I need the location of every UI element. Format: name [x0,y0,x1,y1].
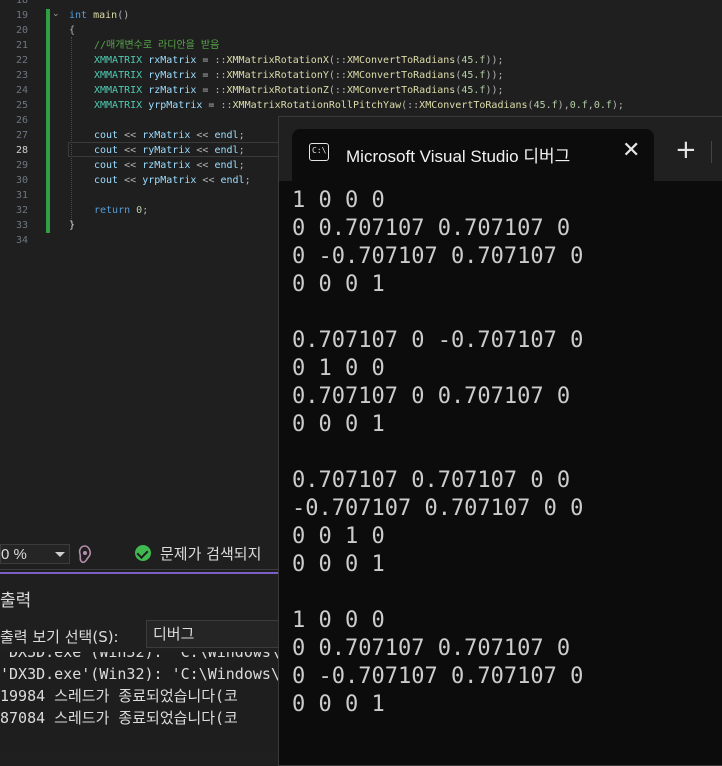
output-source-label: 출력 보기 선택(S): [0,628,119,646]
line-number: 29 [15,160,28,171]
zoom-dropdown[interactable]: 0 % [0,544,70,564]
code-text[interactable]: XMMATRIX rxMatrix = ::XMMatrixRotationX(… [94,53,504,68]
code-line: 24 XMMATRIX rzMatrix = ::XMMatrixRotatio… [0,83,722,98]
line-number: 26 [15,115,28,126]
output-log[interactable]: 'DX3D.exe'(Win32): 'C:\Windows\ 'DX3D.ex… [0,652,300,752]
code-comment[interactable]: //매개변수로 라디안을 받음 [94,38,219,53]
issues-status-text[interactable]: 문제가 검색되지 [160,543,261,565]
line-number: 24 [15,85,28,96]
console-line: 1 0 0 0 [292,188,385,213]
line-number: 27 [15,130,28,141]
console-line: 0 0 0 1 [292,552,385,577]
output-panel-title: 출력 [0,591,32,611]
line-number: 25 [15,100,28,111]
code-line: 22 XMMATRIX rxMatrix = ::XMMatrixRotatio… [0,53,722,68]
code-line: 20 { [0,23,722,38]
code-text[interactable]: XMMATRIX ryMatrix = ::XMMatrixRotationY(… [94,68,504,83]
code-text[interactable]: cout << yrpMatrix << endl; [94,173,251,188]
console-line: 0.707107 0 0.707107 0 [292,384,571,409]
line-number: 19 [15,10,28,21]
line-number: 22 [15,55,28,66]
console-line: 0 -0.707107 0.707107 0 [292,244,584,269]
console-titlebar[interactable]: C:\ Microsoft Visual Studio 디버그 ✕ + [279,117,722,181]
console-line: 0 0 0 1 [292,692,385,717]
output-source-value: 디버그 [153,625,195,643]
console-line: 0 0 1 0 [292,524,385,549]
code-line: 21 //매개변수로 라디안을 받음 [0,38,722,53]
console-output[interactable]: 1 0 0 0 0 0.707107 0.707107 0 0 -0.70710… [292,187,722,719]
log-line: 87084 스레드가 종료되었습니다(코 [0,709,238,727]
code-text[interactable]: int main() [69,8,129,23]
terminal-icon: C:\ [309,143,329,161]
line-number: 20 [15,25,28,36]
close-icon[interactable]: ✕ [622,140,640,162]
log-line: 19984 스레드가 종료되었습니다(코 [0,687,238,705]
line-number: 32 [15,205,28,216]
line-number: 31 [15,190,28,201]
code-text[interactable]: } [69,218,75,233]
code-line: 18 [0,0,722,8]
code-text[interactable]: cout << rxMatrix << endl; [94,128,245,143]
code-line: 25 XMMATRIX yrpMatrix = ::XMMatrixRotati… [0,98,722,113]
console-line: 1 0 0 0 [292,608,385,633]
console-line: 0.707107 0 -0.707107 0 [292,328,584,353]
debug-console-window[interactable]: C:\ Microsoft Visual Studio 디버그 ✕ + 1 0 … [278,116,722,766]
code-text[interactable]: cout << rzMatrix << endl; [94,158,245,173]
chevron-down-icon [55,552,65,557]
console-line: 0 1 0 0 [292,356,385,381]
code-text[interactable]: XMMATRIX yrpMatrix = ::XMMatrixRotationR… [94,98,624,113]
new-tab-icon[interactable]: + [675,137,697,163]
line-number: 21 [15,40,28,51]
terminal-icon-glyph: C:\ [312,146,327,155]
line-number: 23 [15,70,28,81]
console-line: -0.707107 0.707107 0 0 [292,496,584,521]
log-line: 'DX3D.exe'(Win32): 'C:\Windows\ [0,652,280,661]
line-number: 28 [15,145,28,156]
console-tab-title: Microsoft Visual Studio 디버그 [346,147,571,166]
log-line: 'DX3D.exe'(Win32): 'C:\Windows\ [0,665,280,683]
console-line: 0 0.707107 0.707107 0 [292,216,571,241]
line-number: 33 [15,220,28,231]
console-line: 0 0 0 1 [292,272,385,297]
zoom-value: 0 % [1,546,27,563]
code-text[interactable]: cout << ryMatrix << endl; [94,143,245,158]
console-tab[interactable]: C:\ Microsoft Visual Studio 디버그 ✕ [292,129,654,181]
line-number: 30 [15,175,28,186]
code-text[interactable]: return 0; [94,203,148,218]
code-text[interactable]: { [69,23,75,38]
line-number: 18 [15,0,28,6]
console-line: 0 0 0 1 [292,412,385,437]
code-line: 23 XMMATRIX ryMatrix = ::XMMatrixRotatio… [0,68,722,83]
copilot-icon[interactable] [76,544,94,564]
check-circle-icon [135,545,151,561]
line-number: 34 [15,235,28,246]
code-line: 19 int main() [0,8,722,23]
console-line: 0 0.707107 0.707107 0 [292,636,571,661]
divider [711,141,712,163]
console-line: 0.707107 0.707107 0 0 [292,468,571,493]
console-line: 0 -0.707107 0.707107 0 [292,664,584,689]
code-text[interactable]: XMMATRIX rzMatrix = ::XMMatrixRotationZ(… [94,83,504,98]
